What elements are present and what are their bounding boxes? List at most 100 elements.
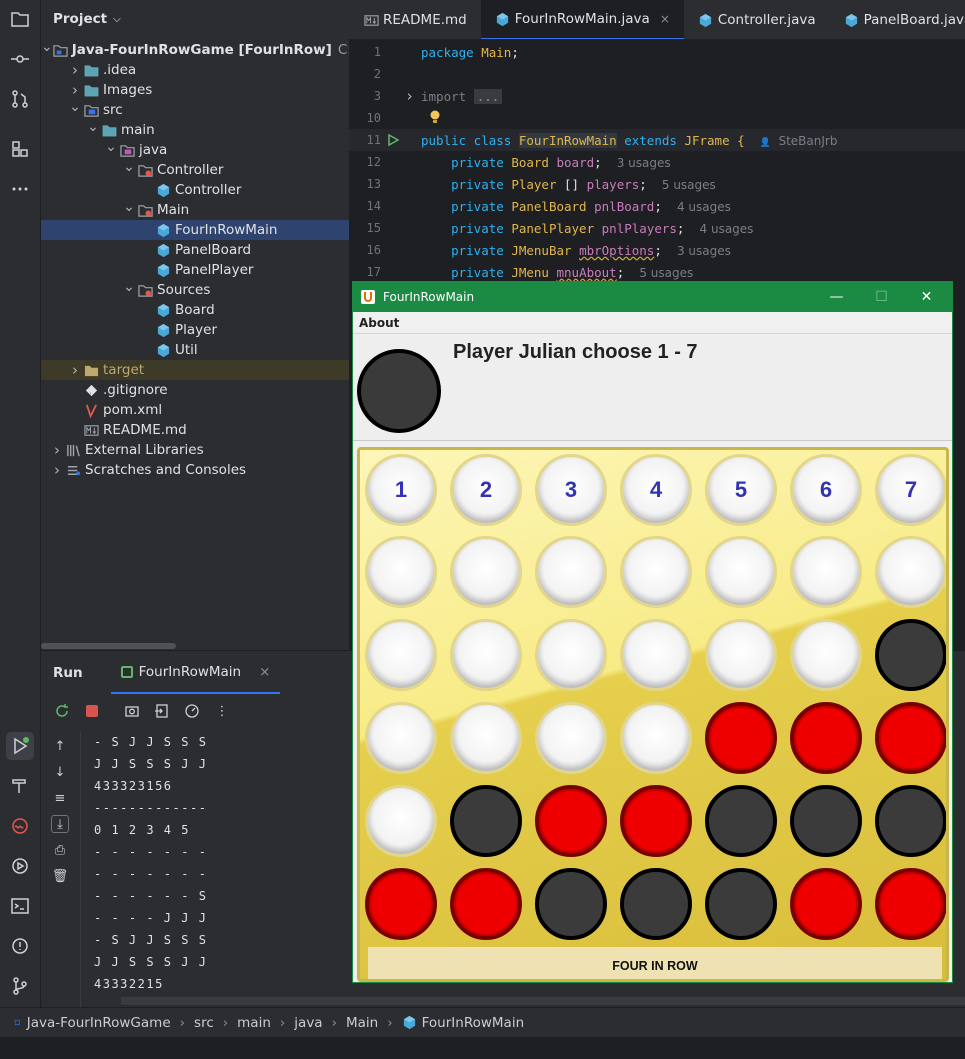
- console-scrollbar[interactable]: [121, 997, 965, 1005]
- arrow-up-icon[interactable]: ↑: [51, 737, 69, 755]
- run-config-tab[interactable]: FourInRowMain ×: [110, 652, 281, 694]
- structure-icon[interactable]: [6, 135, 34, 163]
- breadcrumb-item[interactable]: main: [237, 1015, 271, 1031]
- code-line[interactable]: 16 private JMenuBar mbrOptions; 3 usages: [349, 239, 965, 261]
- chevron-down-icon[interactable]: ⌄: [121, 279, 137, 295]
- export-icon[interactable]: [153, 702, 171, 720]
- game-window-titlebar[interactable]: FourInRowMain — ☐ ✕: [353, 282, 952, 312]
- breadcrumb-item[interactable]: Main: [346, 1015, 378, 1031]
- tree-item-panelboard[interactable]: PanelBoard: [41, 240, 349, 260]
- code-line[interactable]: 2: [349, 63, 965, 85]
- chevron-down-icon[interactable]: ⌄: [121, 199, 137, 215]
- build-tool-icon[interactable]: [6, 772, 34, 800]
- code-editor[interactable]: 1 package Main; 2 3 › import ... 10 11 public cl…: [349, 40, 965, 284]
- more-options-icon[interactable]: ⋮: [213, 702, 231, 720]
- tree-item-readme-md[interactable]: README.md: [41, 420, 349, 440]
- editor-tab-fourinrowmain-java[interactable]: FourInRowMain.java ×: [480, 0, 684, 39]
- run-gutter-icon[interactable]: [387, 133, 400, 149]
- code-line[interactable]: 3 › import ...: [349, 85, 965, 107]
- usages-hint[interactable]: 3 usages: [677, 244, 731, 258]
- pull-requests-icon[interactable]: [6, 85, 34, 113]
- breadcrumb-item[interactable]: Java-FourInRowGame: [27, 1015, 171, 1031]
- tree-item-panelplayer[interactable]: PanelPlayer: [41, 260, 349, 280]
- tree-item-main[interactable]: ⌄ main: [41, 119, 349, 140]
- tree-item-gitignore[interactable]: . .gitignore: [41, 380, 349, 400]
- breadcrumb-item[interactable]: java: [294, 1015, 322, 1031]
- tree-item-external-libraries[interactable]: › External Libraries: [41, 440, 349, 460]
- column-button-7[interactable]: 7: [875, 454, 946, 526]
- code-line[interactable]: 17 private JMenu mnuAbout; 5 usages: [349, 261, 965, 283]
- arrow-down-icon[interactable]: ↓: [51, 763, 69, 781]
- chevron-right-icon[interactable]: ›: [67, 61, 83, 79]
- tree-item-java-fourinrowgame-fourinrow[interactable]: ⌄ Java-FourInRowGame [FourInRow] C:\Use: [41, 39, 349, 60]
- close-icon[interactable]: ×: [660, 12, 670, 26]
- usages-hint[interactable]: 4 usages: [677, 200, 731, 214]
- column-button-4[interactable]: 4: [620, 454, 692, 526]
- tree-item-src[interactable]: ⌄ src: [41, 99, 349, 120]
- breadcrumb-item[interactable]: FourInRowMain: [422, 1015, 525, 1031]
- chevron-down-icon[interactable]: ⌄: [67, 99, 83, 115]
- column-button-1[interactable]: 1: [365, 454, 437, 526]
- print-icon[interactable]: ⎙: [51, 841, 69, 859]
- editor-tab-panelboard-java[interactable]: PanelBoard.java: [830, 0, 965, 39]
- run-tool-icon[interactable]: [6, 732, 34, 760]
- chevron-right-icon[interactable]: ›: [49, 441, 65, 459]
- services-icon[interactable]: [6, 852, 34, 880]
- chevron-down-icon[interactable]: ⌄: [41, 39, 53, 55]
- usages-hint[interactable]: 4 usages: [700, 222, 754, 236]
- tree-item-player[interactable]: Player: [41, 320, 349, 340]
- author-hint[interactable]: SteBanJrb: [778, 134, 837, 148]
- trash-icon[interactable]: 🗑: [51, 867, 69, 885]
- chevron-down-icon[interactable]: ⌵: [113, 14, 121, 25]
- tree-item-scratches-and-consoles[interactable]: › Scratches and Consoles: [41, 460, 349, 480]
- code-line[interactable]: 12 private Board board; 3 usages: [349, 151, 965, 173]
- tree-item-target[interactable]: › target: [41, 360, 349, 380]
- column-button-5[interactable]: 5: [705, 454, 777, 526]
- code-line[interactable]: 1 package Main;: [349, 41, 965, 63]
- editor-tab-controller-java[interactable]: Controller.java: [684, 0, 830, 39]
- chevron-right-icon[interactable]: ›: [405, 87, 414, 105]
- usages-hint[interactable]: 3 usages: [617, 156, 671, 170]
- code-line[interactable]: 10: [349, 107, 965, 129]
- tree-item-pom-xml[interactable]: pom.xml: [41, 400, 349, 420]
- editor-tab-readme-md[interactable]: README.md: [349, 0, 481, 39]
- soft-wrap-icon[interactable]: ≡: [51, 789, 69, 807]
- maximize-icon[interactable]: ☐: [859, 282, 904, 312]
- code-line[interactable]: 14 private PanelBoard pnlBoard; 4 usages: [349, 195, 965, 217]
- tree-item-controller[interactable]: Controller: [41, 180, 349, 200]
- tree-item-board[interactable]: Board: [41, 300, 349, 320]
- problems-icon[interactable]: [6, 932, 34, 960]
- tree-item-idea[interactable]: › .idea: [41, 60, 349, 80]
- close-icon[interactable]: ×: [259, 664, 270, 680]
- stop-icon[interactable]: [83, 702, 101, 720]
- profiler-gauge-icon[interactable]: [183, 702, 201, 720]
- code-line[interactable]: 13 private Player [] players; 5 usages: [349, 173, 965, 195]
- usages-hint[interactable]: 5 usages: [639, 266, 693, 280]
- rerun-icon[interactable]: [53, 702, 71, 720]
- column-button-2[interactable]: 2: [450, 454, 522, 526]
- close-window-icon[interactable]: ✕: [904, 282, 949, 312]
- tree-item-java[interactable]: ⌄ java: [41, 139, 349, 160]
- lightbulb-icon[interactable]: [429, 110, 441, 127]
- chevron-right-icon[interactable]: ›: [67, 361, 83, 379]
- chevron-down-icon[interactable]: ⌄: [121, 159, 137, 175]
- minimize-icon[interactable]: —: [814, 282, 859, 312]
- tree-item-sources[interactable]: ⌄ Sources: [41, 279, 349, 300]
- usages-hint[interactable]: 5 usages: [662, 178, 716, 192]
- code-line[interactable]: 15 private PanelPlayer pnlPlayers; 4 usa…: [349, 217, 965, 239]
- screenshot-icon[interactable]: [123, 702, 141, 720]
- project-panel-header[interactable]: Project ⌵: [41, 0, 349, 38]
- tree-item-fourinrowmain[interactable]: FourInRowMain: [41, 220, 349, 240]
- project-tool-icon[interactable]: [6, 5, 34, 33]
- terminal-icon[interactable]: [6, 892, 34, 920]
- chevron-right-icon[interactable]: ›: [67, 81, 83, 99]
- tree-item-images[interactable]: › Images: [41, 80, 349, 100]
- chevron-right-icon[interactable]: ›: [49, 461, 65, 479]
- git-icon[interactable]: [6, 972, 34, 1000]
- column-button-3[interactable]: 3: [535, 454, 607, 526]
- commit-tool-icon[interactable]: [6, 45, 34, 73]
- more-tools-icon[interactable]: [6, 175, 34, 203]
- tree-item-util[interactable]: Util: [41, 340, 349, 360]
- horizontal-scrollbar[interactable]: [41, 643, 176, 649]
- console-output[interactable]: - S J J S S S J J S S S J J 433323156 -----…: [94, 731, 394, 995]
